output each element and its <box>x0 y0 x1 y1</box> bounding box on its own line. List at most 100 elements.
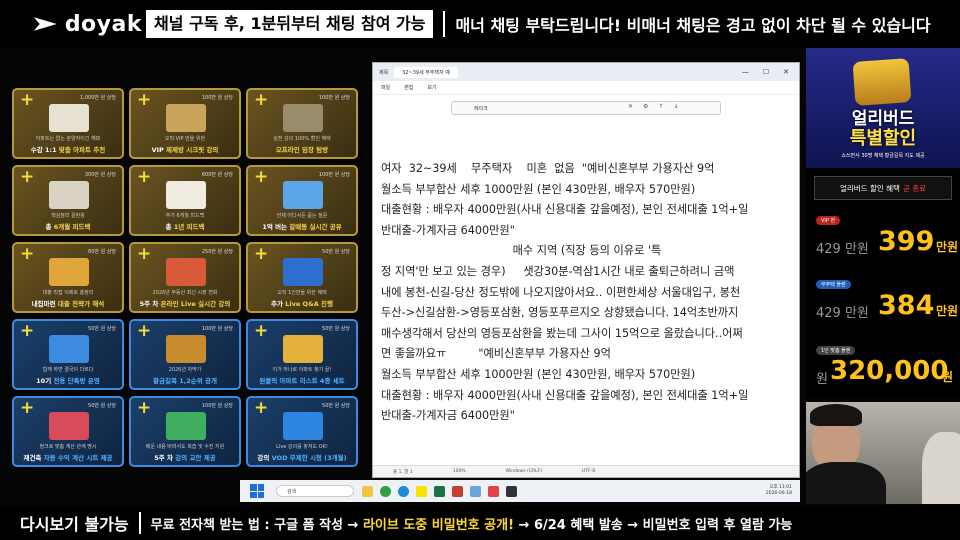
benefit-title-prefix: 추가 <box>271 300 286 308</box>
channel-logo: doyak <box>32 12 142 37</box>
app-icon[interactable] <box>488 485 499 497</box>
ticker-highlight: 라이브 도중 비밀번호 공개! <box>362 517 515 533</box>
benefit-title: 원클릭 아파트 리스트 4종 세트 <box>251 377 353 385</box>
menu-item[interactable]: 보기 <box>427 84 436 91</box>
price-tier-vip: VIP 반 429 만원 399 만원 <box>810 216 960 266</box>
notepad-icon[interactable] <box>470 485 481 497</box>
benefit-title-prefix: 5주 차 <box>154 454 176 462</box>
excel-icon[interactable] <box>434 485 445 497</box>
benefit-subline: 2026년 부동산 최신 시장 변화 <box>152 290 218 296</box>
plus-icon: + <box>137 398 152 418</box>
benefit-title-prefix: 수강 1:1 <box>30 146 59 154</box>
tier-original-price: 429 만원 <box>816 306 869 321</box>
benefit-title-highlight: 강의 교안 제공 <box>175 454 216 462</box>
plus-icon: + <box>254 167 269 187</box>
app-icon[interactable] <box>506 485 517 497</box>
benefit-title-highlight: 온라인 Live 실시간 강의 <box>160 300 231 308</box>
benefit-title-prefix: 총 <box>45 223 54 231</box>
benefit-price: 100만 원 상당 <box>318 95 350 101</box>
benefit-title: 5주 차 강의 교안 제공 <box>134 454 236 462</box>
gift-box-icon <box>852 58 912 106</box>
benefit-subline: 2026년 자막가 <box>168 367 202 373</box>
benefit-price: 100만 원 상당 <box>201 403 233 409</box>
text-line: 내에 봉천-신길-당산 정도밖에 나오지않아서요.. 이편한세상 서울대입구, … <box>381 285 741 299</box>
kakaotalk-icon[interactable] <box>416 485 427 497</box>
benefit-card: +600만 원 상당 추가 6개월 피드백 총 1년 피드백 <box>129 165 241 236</box>
treasure-chest-icon <box>166 335 206 363</box>
chrome-icon[interactable] <box>380 485 391 497</box>
taskbar-clock[interactable]: 오후 11:01 2026-06-18 <box>766 485 792 497</box>
notepad-tab[interactable]: 32~39세 무주택자 예 <box>394 66 458 78</box>
folder-icon <box>283 335 323 363</box>
notepad-window[interactable]: 제목 32~39세 무주택자 예 — ☐ ✕ 파일 편집 보기 레이크 ✕ ⚙ ↑ … <box>372 62 800 478</box>
early-bird-deadline: 곧 종료 <box>902 183 927 193</box>
divider <box>138 512 141 534</box>
text-line: 대출현황 : 배우자 4000만원(사내 신용대출 갚을예정), 본인 전세대출… <box>381 203 749 217</box>
powerpoint-icon[interactable] <box>452 485 463 497</box>
benefit-price: 300만 원 상당 <box>84 172 116 178</box>
plus-icon: + <box>20 244 35 264</box>
benefit-card: +50만 원 상당 청크로 맞춤 계산 관계 명시 재건축 자동 수익 계산 시트 … <box>12 396 124 467</box>
plus-icon: + <box>254 90 269 110</box>
binders-icon <box>166 412 206 440</box>
benefit-card: +50만 원 상당 오직 1인만을 위한 혜택 추가 Live Q&A 진행 <box>246 242 358 313</box>
benefit-card: +250만 원 상당 2026년 부동산 최신 시장 변화 5주 차 온라인 Liv… <box>129 242 241 313</box>
benefit-title-highlight: 1년 피드백 <box>173 223 205 231</box>
find-down-icon[interactable]: ↓ <box>673 103 678 110</box>
benefit-title-prefix: 내집마련 <box>31 300 58 308</box>
find-up-icon[interactable]: ↑ <box>658 103 663 110</box>
find-close-icon[interactable]: ✕ <box>628 103 633 110</box>
price-tier-homeless: 무주택 플랜 429 만원 384 만원 <box>810 280 960 330</box>
notepad-text-area[interactable]: 여자 32~39세 무주택자 미혼 없음 "예비신혼부부 가용자산 9억 월소득 … <box>381 159 793 427</box>
minimize-icon[interactable]: — <box>742 68 749 76</box>
text-line: 면 좋을까요ㅠ "예비신혼부부 가용자산 9억 <box>381 347 611 361</box>
benefit-card: +100만 원 상당 실전 강의 100% 할인 혜택 오프라인 임장 탐방 <box>246 88 358 159</box>
benefit-title-highlight: 6개월 피드백 <box>53 223 91 231</box>
manners-notice: 매너 채팅 부탁드립니다! 비매너 채팅은 경고 없이 차단 될 수 있습니다 <box>455 16 931 35</box>
status-item: Windows (CRLF) <box>505 469 543 474</box>
tier-unit: 만원 <box>936 240 959 254</box>
logo-arrow-icon <box>33 17 57 31</box>
close-icon[interactable]: ✕ <box>783 68 789 76</box>
benefit-subline: 핵심정리 끝판왕 <box>51 213 85 219</box>
plus-icon: + <box>137 167 152 187</box>
benefit-price: 50만 원 상당 <box>88 403 116 409</box>
find-options-icon[interactable]: ⚙ <box>643 103 648 110</box>
status-item: 줄 1, 열 1 <box>393 469 413 475</box>
find-tools: ✕ ⚙ ↑ ↓ <box>628 103 678 110</box>
taskbar-search[interactable]: 검색 <box>276 485 354 497</box>
plus-icon: + <box>254 398 269 418</box>
file-explorer-icon[interactable] <box>362 485 373 497</box>
status-item: 100% <box>452 469 466 474</box>
start-icon[interactable] <box>250 484 264 498</box>
benefit-subline: 오직 1인만을 위한 혜택 <box>277 290 327 296</box>
find-input[interactable]: 레이크 <box>451 101 721 115</box>
benefit-title-prefix: 총 <box>165 223 174 231</box>
benefit-card: +100만 원 상당 오직 VIP 만을 위한 VIP 제제방 시크릿 강의 <box>129 88 241 159</box>
text-line: 두산->신길삼환->영등포삼환, 영등포푸르지오 상향됐습니다. 14억초반까지 <box>381 306 739 320</box>
benefit-subline: 청크로 맞춤 계산 관계 명시 <box>39 444 97 450</box>
tier-original-price: 429 만원 <box>816 242 869 257</box>
edge-icon[interactable] <box>398 485 409 497</box>
benefit-title: 추가 Live Q&A 진행 <box>251 300 353 308</box>
benefit-card: +100만 원 상당배운 내용 버려서도 복습 및 수진 지원 5주 차 강의 교… <box>129 396 241 467</box>
status-item: UTF-8 <box>582 469 596 474</box>
benefit-subline: 배운 내용 버려서도 복습 및 수진 지원 <box>145 444 225 450</box>
benefit-title-highlight: 원클릭 아파트 리스트 4종 세트 <box>259 377 345 385</box>
benefit-subline: 실전 강의 100% 할인 혜택 <box>273 136 331 142</box>
menu-item[interactable]: 파일 <box>381 84 390 91</box>
benefit-card: +50만 원 상당 이거 하나로 아파트 찾기 끝! 원클릭 아파트 리스트 4종 … <box>246 319 358 390</box>
benefit-title: 황금길목 1,2순위 공개 <box>134 377 236 385</box>
logo-text: doyak <box>64 11 142 37</box>
benefit-title-highlight: 맞춤 아파트 추천 <box>58 146 106 154</box>
plus-icon: + <box>137 90 152 110</box>
benefit-price: 600만 원 상당 <box>201 172 233 178</box>
benefit-card: +80만 원 상당 대출 직접 이제로 총정리 내집마련 대출 전략가 해석 <box>12 242 124 313</box>
webcam-feed <box>806 402 960 504</box>
benefit-subline: 이거 하나로 아파트 찾기 끝! <box>272 367 332 373</box>
menu-item[interactable]: 편집 <box>404 84 413 91</box>
benefit-price: 50만 원 상당 <box>88 326 116 332</box>
maximize-icon[interactable]: ☐ <box>763 68 769 76</box>
benefit-card: +50만 원 상당 함께 하면 결국이 다르다 10기 전용 단톡방 운영 <box>12 319 124 390</box>
tier-label: 무주택 플랜 <box>816 280 851 289</box>
